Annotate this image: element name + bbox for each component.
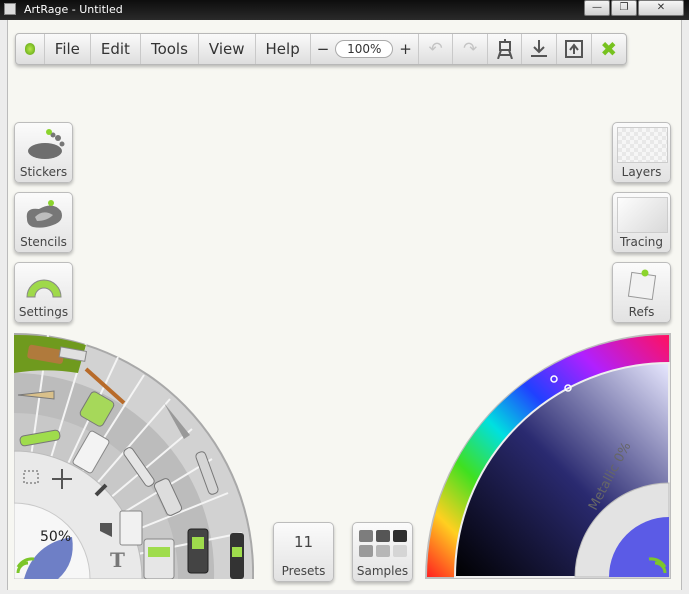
marker-tool[interactable] (230, 533, 244, 579)
refs-pin-icon (627, 269, 657, 301)
layers-thumbnail-icon (617, 127, 668, 163)
menu-file[interactable]: File (45, 34, 91, 64)
stencils-button[interactable]: Stencils (14, 192, 73, 253)
sticker-spray-tool[interactable] (187, 528, 209, 574)
maximize-button[interactable]: ❐ (611, 0, 637, 16)
menu-tools[interactable]: Tools (141, 34, 199, 64)
stencils-label: Stencils (20, 235, 67, 249)
glitter-tube-tool[interactable] (143, 538, 175, 579)
close-panels-icon[interactable]: ✖ (592, 34, 626, 64)
window-title: ArtRage - Untitled (24, 3, 123, 16)
app-icon (4, 3, 16, 15)
layers-button[interactable]: Layers (612, 122, 671, 183)
logo-icon (24, 43, 35, 55)
minimize-button[interactable]: — (584, 0, 610, 16)
menu-edit[interactable]: Edit (91, 34, 141, 64)
main-toolbar: File Edit Tools View Help − 100% + ↶ ↷ ✖ (15, 33, 627, 65)
export-icon[interactable] (557, 34, 592, 64)
stickers-button[interactable]: Stickers (14, 122, 73, 183)
presets-label: Presets (281, 564, 326, 578)
redo-icon[interactable]: ↷ (453, 34, 488, 64)
gloop-pen-tool[interactable] (119, 510, 143, 546)
text-tool[interactable]: T (110, 548, 125, 572)
zoom-level-field[interactable]: 100% (335, 40, 394, 58)
tool-picker-wheel[interactable]: T 50% (14, 333, 254, 579)
samples-swatches (359, 530, 407, 557)
window-titlebar: ArtRage - Untitled — ❐ ✕ (0, 0, 689, 20)
artrage-logo-button[interactable] (16, 34, 45, 64)
undo-icon[interactable]: ↶ (419, 34, 454, 64)
presets-count: 11 (293, 533, 314, 551)
stickers-label: Stickers (19, 165, 68, 179)
presets-button[interactable]: 11 Presets (273, 522, 334, 582)
tracing-thumbnail-icon (617, 197, 668, 233)
samples-label: Samples (356, 564, 409, 578)
refs-button[interactable]: Refs (612, 262, 671, 323)
menu-view[interactable]: View (199, 34, 256, 64)
zoom-control: − 100% + (311, 34, 419, 64)
tracing-label: Tracing (619, 235, 663, 249)
samples-button[interactable]: Samples (352, 522, 413, 582)
zoom-out-button[interactable]: − (317, 40, 330, 58)
easel-icon[interactable] (488, 34, 523, 64)
brush-size-value: 50% (40, 529, 71, 545)
settings-arc-icon (26, 279, 62, 298)
zoom-in-button[interactable]: + (399, 40, 412, 58)
stencils-icon (26, 200, 62, 228)
import-icon[interactable] (522, 34, 557, 64)
color-picker-wheel[interactable] (425, 333, 671, 579)
close-window-button[interactable]: ✕ (638, 0, 684, 16)
stickers-footprint-icon (28, 129, 65, 159)
layers-label: Layers (621, 165, 662, 179)
refs-label: Refs (628, 305, 655, 319)
tracing-button[interactable]: Tracing (612, 192, 671, 253)
settings-button[interactable]: Settings (14, 262, 73, 323)
menu-help[interactable]: Help (256, 34, 311, 64)
settings-label: Settings (18, 305, 69, 319)
